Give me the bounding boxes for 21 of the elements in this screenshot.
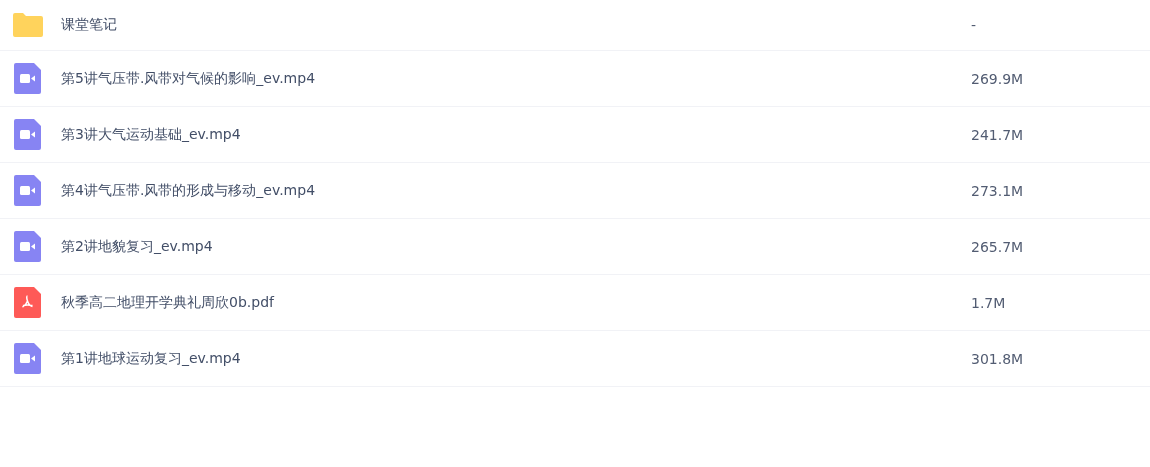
file-size: 1.7M	[971, 294, 1007, 311]
video-file-icon	[14, 231, 41, 262]
file-size: 273.1M	[971, 182, 1025, 199]
file-name[interactable]: 第2讲地貌复习_ev.mp4	[61, 237, 971, 256]
video-file-icon	[14, 119, 41, 150]
pdf-file-icon	[14, 287, 41, 318]
file-size: 241.7M	[971, 126, 1025, 143]
file-name[interactable]: 第1讲地球运动复习_ev.mp4	[61, 349, 971, 368]
video-file-icon	[14, 63, 41, 94]
file-name[interactable]: 第4讲气压带.风带的形成与移动_ev.mp4	[61, 181, 971, 200]
file-name[interactable]: 课堂笔记	[61, 16, 971, 34]
file-size: -	[971, 17, 978, 33]
video-file-icon	[14, 175, 41, 206]
video-file-icon	[14, 343, 41, 374]
file-name[interactable]: 第3讲大气运动基础_ev.mp4	[61, 125, 971, 144]
file-name[interactable]: 秋季高二地理开学典礼周欣0b.pdf	[61, 293, 971, 312]
file-size: 265.7M	[971, 238, 1025, 255]
folder-icon	[11, 12, 44, 38]
file-size: 301.8M	[971, 350, 1025, 367]
file-size: 269.9M	[971, 70, 1025, 87]
file-name[interactable]: 第5讲气压带.风带对气候的影响_ev.mp4	[61, 69, 971, 88]
